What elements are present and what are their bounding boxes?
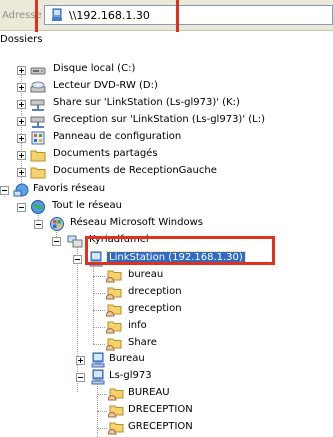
tree-item[interactable]: Lecteur DVD-RW (D:) — [0, 79, 333, 95]
collapse-icon[interactable] — [0, 186, 9, 195]
control-panel-icon — [31, 131, 45, 145]
tree-item[interactable]: Kyriadfumel — [0, 233, 333, 249]
address-value: \\192.168.1.30 — [69, 9, 150, 22]
tree-item-label: Disque local (C:) — [53, 63, 136, 74]
dvd-drive-icon — [30, 81, 46, 93]
tree-item-label: bureau — [128, 269, 164, 280]
collapse-icon[interactable] — [73, 255, 82, 264]
tree-item-label: Favoris réseau — [33, 183, 106, 194]
collapse-icon[interactable] — [17, 203, 26, 212]
shared-folder-icon — [106, 321, 122, 334]
tree-item[interactable]: Bureau — [0, 352, 333, 368]
folders-panel: Dossiers Disque local (C:) Lecteur DVD-RW… — [0, 32, 333, 437]
collapse-icon[interactable] — [52, 237, 61, 246]
tree-item[interactable]: Documents de ReceptionGauche — [0, 164, 333, 180]
tree-item[interactable]: BUREAU — [0, 386, 333, 402]
tree-item-label: Documents de ReceptionGauche — [53, 165, 217, 176]
tree-item-label: Share sur 'LinkStation (Ls-gl973)' (K:) — [53, 97, 240, 108]
shared-folder-icon — [108, 405, 124, 418]
tree-item[interactable]: Documents partagés — [0, 147, 333, 163]
tree-item-label: Panneau de configuration — [53, 131, 182, 142]
tree-item[interactable]: greception — [0, 302, 333, 318]
tree-item[interactable]: bureau — [0, 268, 333, 284]
tree-item-label: GRECEPTION — [128, 421, 193, 432]
tree-item-label: Greception sur 'LinkStation (Ls-gl973)' … — [53, 114, 265, 125]
address-input[interactable]: \\192.168.1.30 — [44, 5, 333, 25]
tree-item[interactable]: Disque local (C:) — [0, 62, 333, 78]
expand-icon[interactable] — [17, 83, 26, 92]
shared-folder-icon — [108, 422, 124, 435]
tree-item-label: Documents partagés — [53, 148, 158, 159]
expand-icon[interactable] — [17, 168, 26, 177]
panel-title: Dossiers — [0, 34, 43, 45]
collapse-icon[interactable] — [34, 220, 43, 229]
network-share-drive-icon — [30, 99, 45, 111]
shared-folder-icon — [106, 270, 122, 283]
tree-item[interactable]: info — [0, 319, 333, 335]
computer-icon — [91, 352, 105, 368]
expand-icon[interactable] — [17, 100, 26, 109]
tree-item-label: Tout le réseau — [52, 200, 122, 211]
expand-icon[interactable] — [17, 117, 26, 126]
expand-icon[interactable] — [17, 151, 26, 160]
tree-item[interactable]: Greception sur 'LinkStation (Ls-gl973)' … — [0, 113, 333, 129]
tree-item-label: Réseau Microsoft Windows — [70, 217, 203, 228]
globe-icon — [31, 200, 45, 214]
tree-item-label: dreception — [128, 286, 182, 297]
tree-item-label: info — [128, 320, 147, 331]
expand-icon[interactable] — [17, 66, 26, 75]
tree-item[interactable]: Share sur 'LinkStation (Ls-gl973)' (K:) — [0, 96, 333, 112]
tree-item[interactable]: Ls-gl973 — [0, 369, 333, 385]
computer-icon — [89, 251, 103, 267]
network-places-icon — [13, 183, 29, 197]
tree-item-label: Lecteur DVD-RW (D:) — [53, 80, 158, 91]
tree-item[interactable]: GRECEPTION — [0, 420, 333, 436]
tree-item[interactable]: LinkStation (192.168.1.30) — [0, 251, 333, 267]
windows-network-icon — [50, 217, 64, 231]
computer-icon — [91, 369, 105, 385]
folder-icon — [30, 167, 46, 179]
address-bar: Adresse \\192.168.1.30 — [0, 0, 333, 31]
tree-item[interactable]: Réseau Microsoft Windows — [0, 216, 333, 232]
address-label: Adresse — [2, 10, 42, 21]
tree-item-label: Kyriadfumel — [89, 234, 149, 245]
tree-item-label: greception — [128, 303, 182, 314]
shared-folder-icon — [106, 304, 122, 317]
shared-folder-icon — [108, 388, 124, 401]
expand-icon[interactable] — [17, 134, 26, 143]
hard-disk-icon — [30, 67, 46, 75]
network-drive-icon — [52, 8, 62, 21]
tree-item-label: DRECEPTION — [128, 404, 193, 415]
tree-item-label: Ls-gl973 — [109, 370, 152, 381]
expand-icon[interactable] — [76, 356, 85, 365]
workgroup-icon — [67, 235, 83, 248]
tree-item[interactable]: dreception — [0, 285, 333, 301]
tree-item-label: Share — [128, 337, 157, 348]
network-share-drive-icon — [30, 116, 45, 128]
tree-item[interactable]: DRECEPTION — [0, 403, 333, 419]
shared-folder-icon — [106, 338, 122, 351]
tree-item[interactable]: Share — [0, 336, 333, 352]
tree-item[interactable]: Panneau de configuration — [0, 130, 333, 146]
tree-item[interactable]: Tout le réseau — [0, 199, 333, 215]
tree-item-label: Bureau — [109, 353, 145, 364]
folder-icon — [30, 150, 46, 162]
shared-folder-icon — [106, 287, 122, 300]
tree-item-label: BUREAU — [128, 387, 170, 398]
tree-item-label: LinkStation (192.168.1.30) — [106, 251, 246, 264]
tree-item[interactable]: Favoris réseau — [0, 182, 333, 198]
collapse-icon[interactable] — [76, 373, 85, 382]
